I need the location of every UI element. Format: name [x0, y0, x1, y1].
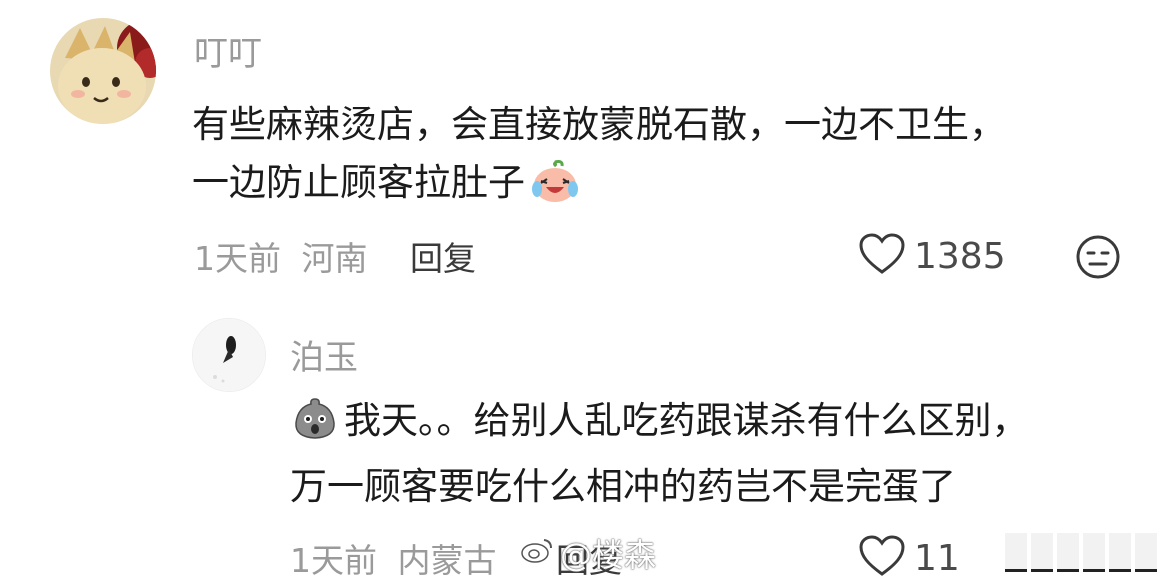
heart-icon [858, 232, 906, 280]
comment-author[interactable]: 叮叮 [194, 26, 262, 75]
comment-location: 河南 [301, 239, 368, 278]
watermark-bar-segment [1031, 533, 1053, 572]
comment-text: 我天。。给别人乱吃药跟谋杀有什么区别， 万一顾客要吃什么相冲的药岂不是完蛋了 [290, 392, 1029, 516]
comment-text-line: 万一顾客要吃什么相冲的药岂不是完蛋了 [290, 465, 956, 508]
watermark: @楼森 [520, 530, 656, 576]
comment-author[interactable]: 泊玉 [290, 330, 358, 379]
watermark-bar-segment [1135, 533, 1157, 572]
heart-icon [858, 534, 906, 582]
weibo-logo-icon [520, 534, 554, 572]
watermark-bar [1005, 533, 1165, 572]
like-button[interactable]: 1385 [858, 232, 1006, 280]
comment-meta: 1天前 河南 [194, 232, 368, 280]
like-button[interactable]: 11 [858, 534, 960, 582]
comment-text: 有些麻辣烫店，会直接放蒙脱石散，一边不卫生， 一边防止顾客拉肚子 [192, 96, 1006, 220]
watermark-text: @楼森 [560, 536, 657, 574]
neutral-face-icon [1075, 235, 1121, 284]
shocked-gray-blob-emoji-icon [290, 395, 340, 458]
comment-time: 1天前 [194, 239, 281, 278]
watermark-bar-segment [1109, 533, 1131, 572]
avatar[interactable] [50, 18, 156, 124]
comment-meta: 1天前 内蒙古 [290, 534, 497, 582]
dislike-button[interactable] [1075, 234, 1121, 284]
watermark-bar-segment [1005, 533, 1027, 572]
comment-text-line: 一边防止顾客拉肚子 [192, 154, 1006, 220]
crying-laughing-peach-emoji-icon [529, 159, 581, 220]
avatar[interactable] [192, 318, 266, 392]
like-count: 11 [914, 537, 960, 579]
comment-1: 叮叮 有些麻辣烫店，会直接放蒙脱石散，一边不卫生， 一边防止顾客拉肚子 1天前 … [0, 0, 1170, 300]
like-count: 1385 [914, 235, 1006, 277]
avatar-plush-image [50, 18, 156, 124]
watermark-bar-segment [1057, 533, 1079, 572]
avatar-bird-image [193, 319, 265, 391]
comment-location: 内蒙古 [397, 541, 497, 580]
comment-time: 1天前 [290, 541, 377, 580]
watermark-bar-segment [1083, 533, 1105, 572]
comment-text-line: 我天。。给别人乱吃药跟谋杀有什么区别， [290, 392, 1029, 458]
reply-button[interactable]: 回复 [410, 232, 476, 280]
comment-text-line: 有些麻辣烫店，会直接放蒙脱石散，一边不卫生， [192, 103, 1006, 146]
